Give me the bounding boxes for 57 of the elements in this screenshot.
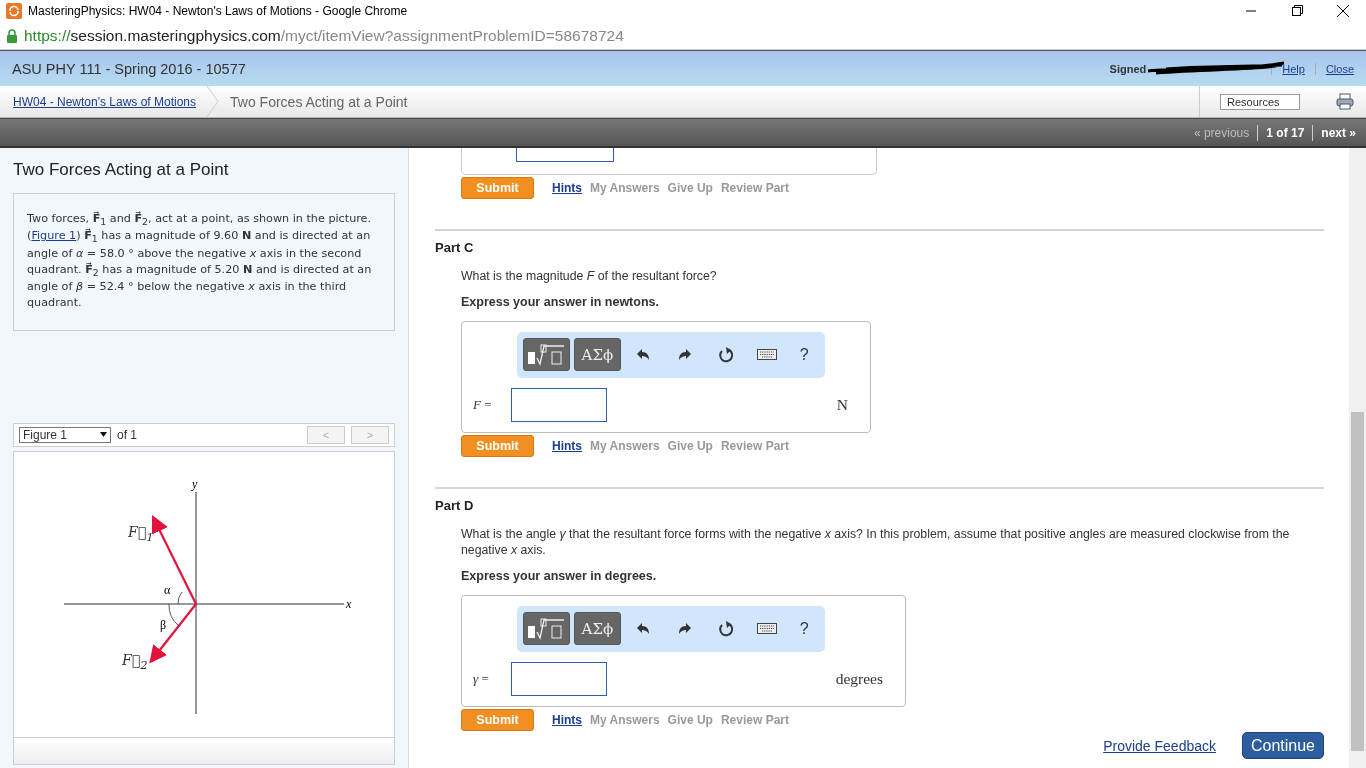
answer-field[interactable] <box>511 661 607 696</box>
answer-field[interactable] <box>516 148 614 162</box>
undo-icon[interactable] <box>636 348 651 361</box>
keyboard-icon[interactable] <box>756 623 777 635</box>
next-link[interactable]: next » <box>1321 125 1356 140</box>
page-position: 1 of 17 <box>1266 125 1305 140</box>
scrollbar[interactable] <box>1349 148 1366 768</box>
figure-link[interactable]: Figure 1 <box>31 229 77 243</box>
course-title: ASU PHY 111 - Spring 2016 - 10577 <box>12 60 246 77</box>
redo-icon[interactable] <box>677 348 692 361</box>
undo-icon[interactable] <box>636 622 651 635</box>
force-diagram-drawing: y x α β F⃗$_{1}$ F⃗$_{2}$ <box>14 452 394 737</box>
variable-label: F = <box>473 396 493 413</box>
problem-text: Two forces, F⃗$_{1}$ and F⃗$_{2}$, act at a point, as shown in the picture. (Figure 1) F⃗$_{1}$ has a magnitude of 9.60 N and is directed at an angle of α = 58.0 ° above the negative x axis in the second quadrant. F⃗$_{2}$ has a magnitude of 5.20 N and is directed at an angle of β = 52.4 ° below the negative x axis in the third quadrant. <box>27 212 372 310</box>
window-title: MasteringPhysics: HW04 - Newton's Laws of Motions - Google Chrome <box>28 4 408 18</box>
header-link[interactable]: Close <box>1325 62 1354 75</box>
lock-icon <box>6 28 18 43</box>
part-link[interactable]: Hints <box>552 438 582 453</box>
radical-template-icon <box>526 342 567 367</box>
figure-count: of 1 <box>117 428 137 442</box>
previous-link[interactable]: « previous <box>1193 125 1250 140</box>
problem-title: Two Forces Acting at a Point <box>13 160 230 180</box>
question-text: What is the magnitude F of the resultant force? <box>461 268 718 285</box>
continue-button[interactable]: Continue <box>1242 732 1324 759</box>
figure-dropdown[interactable]: Figure 1 <box>19 427 111 443</box>
template-button[interactable] <box>523 612 570 646</box>
question-text: What is the angle γ that the resultant force forms with the negative x axis? In this problem, assume that positive angles are measured clockwise from the negative x axis. <box>461 525 1291 559</box>
header-link[interactable]: Help <box>1282 62 1305 75</box>
help-button[interactable]: ? <box>789 344 819 365</box>
radical-template-icon <box>526 616 567 641</box>
signed-in-text: Signed <box>1109 62 1147 75</box>
print-icon[interactable] <box>1336 93 1354 110</box>
part-link[interactable]: Hints <box>552 181 582 195</box>
app-icon <box>6 3 22 19</box>
help-button[interactable]: ? <box>789 618 819 639</box>
unit-label: degrees <box>835 669 883 688</box>
symbols-button[interactable]: ΑΣϕ <box>573 612 621 646</box>
answer-field[interactable] <box>511 387 607 422</box>
breadcrumb-link[interactable]: HW04 - Newton's Laws of Motions <box>0 94 207 109</box>
address-field[interactable]: https://session.masteringphysics.com/myct/itemView?assignmentProblemID=58678724 <box>24 26 624 45</box>
reset-icon[interactable] <box>717 345 734 364</box>
part-title: Part C <box>435 240 475 255</box>
symbols-button[interactable]: ΑΣϕ <box>573 338 621 372</box>
part-link[interactable]: Hints <box>552 712 582 727</box>
feedback-link[interactable]: Provide Feedback <box>1103 737 1216 754</box>
breadcrumb-separator <box>206 86 221 117</box>
resources-dropdown[interactable]: Resources <box>1220 93 1300 110</box>
reset-icon[interactable] <box>717 619 734 638</box>
instruction-text: Express your answer in degrees. <box>461 568 658 583</box>
keyboard-icon[interactable] <box>756 349 777 361</box>
breadcrumb-current: Two Forces Acting at a Point <box>229 93 408 110</box>
redo-icon[interactable] <box>677 622 692 635</box>
template-button[interactable] <box>523 338 570 372</box>
instruction-text: Express your answer in newtons. <box>461 294 660 309</box>
part-title: Part D <box>435 497 475 513</box>
variable-label: γ = <box>473 670 490 687</box>
unit-label: N <box>836 395 848 414</box>
